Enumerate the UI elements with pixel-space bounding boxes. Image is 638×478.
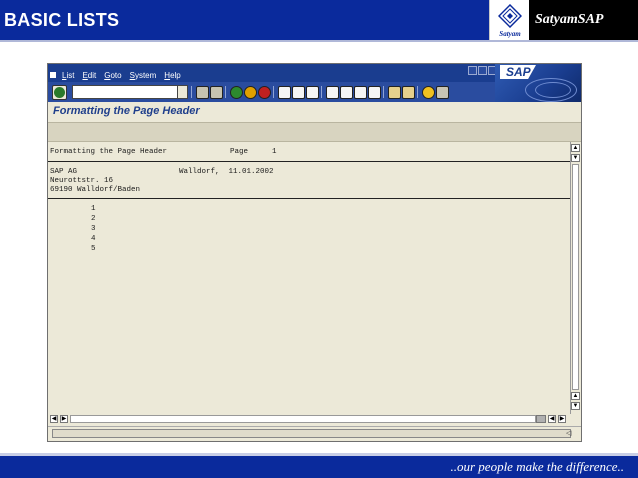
postal-city: 69190 Walldorf/Baden [50, 186, 141, 194]
scroll-page-down-icon[interactable]: ▼ [571, 402, 580, 410]
back-nav-icon[interactable] [196, 86, 209, 99]
application-toolbar [48, 122, 581, 142]
menu-system[interactable]: System [126, 69, 161, 82]
command-field[interactable] [72, 85, 179, 99]
list-item: 5 [91, 245, 96, 253]
company-name: SAP AG [50, 168, 78, 176]
save-icon[interactable] [210, 86, 223, 99]
menu-goto[interactable]: Goto [100, 69, 125, 82]
header-banner: BASIC LISTS Satyam SatyamSAP [0, 0, 638, 40]
toolbar-separator [191, 86, 192, 98]
exit-icon[interactable] [244, 86, 257, 99]
toolbar-separator [417, 86, 418, 98]
sap-logo-text: SAP [506, 65, 531, 79]
help-icon[interactable] [422, 86, 435, 99]
list-item: 3 [91, 225, 96, 233]
menu-help[interactable]: Help [160, 69, 184, 82]
scroll-left-end-icon[interactable]: ◀ [548, 415, 556, 423]
header-rule [48, 161, 570, 162]
cancel-icon[interactable] [258, 86, 271, 99]
print-icon[interactable] [278, 86, 291, 99]
command-dropdown-button[interactable] [177, 85, 188, 99]
street-address: Neurottstr. 16 [50, 177, 114, 185]
menu-list-item[interactable]: List [58, 69, 78, 82]
horizontal-scrollbar[interactable]: ◀ ▶ ◀ ▶ [48, 414, 570, 424]
satyam-logo: Satyam [489, 0, 530, 40]
previous-page-icon[interactable] [340, 86, 353, 99]
minimize-button[interactable] [468, 66, 477, 75]
footer-banner: ..our people make the difference.. [0, 456, 638, 478]
brand-name: SatyamSAP [535, 12, 604, 27]
status-bar: ◁ [48, 426, 581, 441]
horizontal-scroll-thumb[interactable] [536, 415, 546, 423]
scroll-track[interactable] [572, 164, 579, 390]
scroll-page-up-icon[interactable]: ▲ [571, 392, 580, 400]
status-message-field [52, 429, 571, 438]
scroll-right-end-icon[interactable]: ▶ [558, 415, 566, 423]
scroll-up-arrow-icon[interactable]: ▲ [571, 144, 580, 152]
layout-menu-icon[interactable] [436, 86, 449, 99]
vertical-scrollbar[interactable]: ▲ ▼ ▲ ▼ [570, 142, 581, 414]
horizontal-scroll-track[interactable] [70, 415, 536, 423]
list-item: 1 [91, 205, 96, 213]
toolbar-separator [273, 86, 274, 98]
scroll-left-arrow-icon[interactable]: ◀ [50, 415, 58, 423]
scroll-down-arrow-icon[interactable]: ▼ [571, 154, 580, 162]
brand-block: SatyamSAP [529, 0, 638, 40]
footer-tagline: ..our people make the difference.. [450, 459, 624, 474]
logo-caption: Satyam [499, 30, 521, 38]
banner-divider [0, 40, 638, 42]
screen-title: Formatting the Page Header [53, 105, 200, 117]
city-date: Walldorf, 11.01.2002 [179, 168, 274, 176]
list-item: 4 [91, 235, 96, 243]
toolbar-separator [321, 86, 322, 98]
list-output: Formatting the Page Header Page 1 SAP AG… [48, 142, 570, 414]
sap-badge: SAP [500, 65, 536, 79]
page-number: 1 [272, 148, 277, 156]
shortcut-icon[interactable] [402, 86, 415, 99]
sap-window: List Edit Goto System Help SAP Formattin… [47, 63, 582, 442]
checkmark-icon [54, 87, 65, 98]
toolbar-separator [225, 86, 226, 98]
list-item: 2 [91, 215, 96, 223]
new-session-icon[interactable] [388, 86, 401, 99]
first-page-icon[interactable] [326, 86, 339, 99]
system-toolbar [48, 82, 495, 102]
scroll-right-arrow-icon[interactable]: ▶ [60, 415, 68, 423]
satyam-logo-icon [498, 4, 522, 28]
enter-button[interactable] [52, 85, 67, 100]
maximize-button[interactable] [478, 66, 487, 75]
sap-logo: SAP [495, 64, 581, 102]
toolbar-separator [383, 86, 384, 98]
last-page-icon[interactable] [368, 86, 381, 99]
page-title: BASIC LISTS [4, 10, 120, 30]
list-header-title: Formatting the Page Header [50, 148, 168, 156]
menu-list: List Edit Goto System Help [48, 69, 185, 82]
address-rule [48, 198, 570, 199]
find-next-icon[interactable] [306, 86, 319, 99]
logo-wave-inner [535, 82, 571, 98]
screen-title-bar: Formatting the Page Header [48, 102, 581, 120]
system-menu-icon[interactable] [48, 69, 58, 82]
status-expand-icon[interactable]: ◁ [566, 429, 571, 437]
menu-edit[interactable]: Edit [78, 69, 100, 82]
back-icon[interactable] [230, 86, 243, 99]
next-page-icon[interactable] [354, 86, 367, 99]
find-icon[interactable] [292, 86, 305, 99]
page-label: Page [230, 148, 249, 156]
